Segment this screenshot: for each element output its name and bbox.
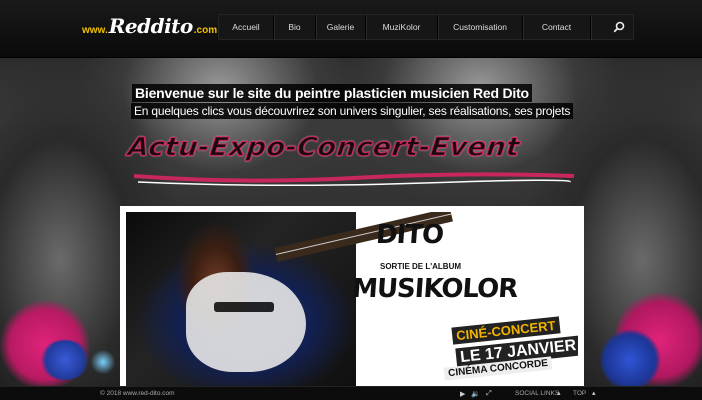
nav-item-bio[interactable]: Bio <box>274 15 316 39</box>
search-button[interactable] <box>605 15 633 39</box>
banner-text: Actu-Expo-Concert-Event <box>126 132 522 163</box>
logo-prefix: www. <box>82 25 108 36</box>
nav-item-muzikolor[interactable]: MuziKolor <box>366 15 438 39</box>
welcome-subtitle: En quelques clics vous découvrirez son u… <box>131 103 574 119</box>
nav-item-contact[interactable]: Contact <box>523 15 591 39</box>
featured-poster[interactable]: DITO SORTIE DE L'ALBUM MUSIKOLOR CINÉ-CO… <box>120 206 584 392</box>
poster-content: DITO SORTIE DE L'ALBUM MUSIKOLOR CINÉ-CO… <box>126 212 578 392</box>
paint-splash <box>40 340 90 380</box>
paint-splash <box>90 350 116 374</box>
chevron-up-icon[interactable]: ▴ <box>557 389 561 397</box>
site-logo[interactable]: www. Reddito .com <box>82 14 217 38</box>
guitar-photo <box>126 212 453 392</box>
nav-item-accueil[interactable]: Accueil <box>219 15 274 39</box>
nav-item-customisation[interactable]: Customisation <box>438 15 523 39</box>
copyright-text: © 2018 www.red-dito.com <box>100 390 175 397</box>
main-nav: Accueil Bio Galerie MuziKolor Customisat… <box>218 14 634 40</box>
header-bar: www. Reddito .com Accueil Bio Galerie Mu… <box>0 0 702 58</box>
logo-suffix: .com <box>193 25 218 36</box>
social-links-toggle[interactable]: SOCIAL LINKS <box>515 390 559 397</box>
poster-subtitle: SORTIE DE L'ALBUM <box>380 262 462 271</box>
welcome-title: Bienvenue sur le site du peintre plastic… <box>132 84 532 102</box>
back-to-top-link[interactable]: TOP <box>573 390 586 397</box>
volume-icon[interactable]: 🔉 <box>471 390 480 398</box>
media-controls: ▶ 🔉 ⤢ <box>460 388 492 400</box>
graffiti-banner: Actu-Expo-Concert-Event <box>124 126 580 190</box>
play-icon[interactable]: ▶ <box>460 390 465 398</box>
guitar-body <box>186 272 306 372</box>
welcome-block: Bienvenue sur le site du peintre plastic… <box>124 84 584 122</box>
paint-splash <box>600 330 660 390</box>
poster-album: MUSIKOLOR <box>350 274 519 304</box>
chevron-up-icon[interactable]: ▴ <box>592 389 596 397</box>
fullscreen-icon[interactable]: ⤢ <box>486 390 492 398</box>
footer-bar: © 2018 www.red-dito.com ▶ 🔉 ⤢ SOCIAL LIN… <box>0 386 702 400</box>
nav-item-galerie[interactable]: Galerie <box>316 15 366 39</box>
logo-name: Reddito <box>108 14 194 38</box>
poster-artist: DITO <box>374 220 445 250</box>
search-icon <box>613 21 625 33</box>
